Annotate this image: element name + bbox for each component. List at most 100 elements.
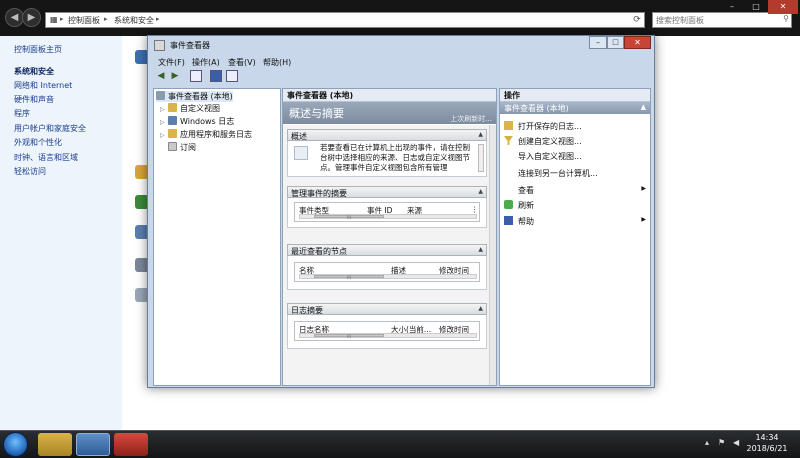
- overview-content: 概述 ▲ 若要查看已在计算机上出现的事件，请在控制台树中选择相应的来源、日志或自…: [283, 125, 489, 385]
- vertical-scrollbar[interactable]: [489, 125, 496, 385]
- action-label: 创建自定义视图...: [518, 137, 582, 146]
- address-bar[interactable]: ▦ ▸ 控制面板 ▸ 系统和安全 ▸: [45, 12, 645, 28]
- minimize-button[interactable]: –: [589, 36, 607, 49]
- admin-events-section-header[interactable]: 管理事件的摘要 ▲: [287, 186, 487, 198]
- more-columns-icon[interactable]: ⋮: [471, 205, 479, 214]
- action-open-saved-log[interactable]: 打开保存的日志...: [504, 121, 646, 133]
- horizontal-scrollbar[interactable]: III: [299, 214, 477, 220]
- open-folder-icon: [504, 121, 513, 130]
- collapse-icon[interactable]: ▲: [478, 246, 483, 253]
- horizontal-scrollbar[interactable]: III: [299, 274, 477, 280]
- toolbar: ◀ ▶: [152, 69, 652, 85]
- actions-subheader[interactable]: 事件查看器 (本地) ▲: [500, 102, 650, 114]
- search-box[interactable]: ⚲: [652, 12, 792, 28]
- app-taskbar-icon[interactable]: [114, 433, 148, 456]
- sidebar-item-network[interactable]: 网络和 Internet: [14, 80, 72, 91]
- help-icon: [504, 216, 513, 225]
- collapse-icon[interactable]: ▲: [641, 103, 646, 111]
- overview-section-header[interactable]: 概述 ▲: [287, 129, 487, 141]
- search-input[interactable]: [653, 13, 784, 27]
- explorer-taskbar-icon[interactable]: [38, 433, 72, 456]
- action-view[interactable]: 查看 ▶: [504, 185, 646, 197]
- back-arrow-icon[interactable]: ◀: [154, 70, 168, 83]
- menu-help[interactable]: 帮助(H): [263, 57, 291, 68]
- action-refresh[interactable]: 刷新: [504, 200, 646, 212]
- blank-icon: [504, 168, 513, 177]
- expand-icon[interactable]: ▷: [160, 132, 168, 139]
- action-label: 查看: [518, 186, 534, 195]
- search-icon[interactable]: ⚲: [783, 14, 789, 23]
- action-connect-computer[interactable]: 连接到另一台计算机...: [504, 168, 646, 180]
- actions-subheader-label: 事件查看器 (本地): [504, 104, 569, 113]
- scroll-thumb[interactable]: III: [314, 334, 384, 339]
- maximize-button[interactable]: □: [607, 36, 624, 49]
- recent-nodes-section-header[interactable]: 最近查看的节点 ▲: [287, 244, 487, 256]
- sidebar-item-user-accounts[interactable]: 用户帐户和家庭安全: [14, 123, 86, 134]
- horizontal-scrollbar[interactable]: III: [299, 333, 477, 339]
- forward-arrow-icon[interactable]: ▶: [168, 70, 182, 83]
- actions-header: 操作: [500, 89, 650, 102]
- window-title: 事件查看器: [170, 41, 210, 50]
- control-panel-taskbar-icon[interactable]: [76, 433, 110, 456]
- collapse-icon[interactable]: ▲: [478, 188, 483, 195]
- help-icon[interactable]: [210, 70, 222, 82]
- tray-expand-icon[interactable]: ▴: [705, 438, 709, 447]
- action-import-custom-view[interactable]: 导入自定义视图...: [504, 151, 646, 163]
- menu-view[interactable]: 查看(V): [228, 57, 256, 68]
- close-button[interactable]: ✕: [768, 0, 798, 14]
- title-bar[interactable]: 事件查看器 – □ ✕: [148, 36, 654, 54]
- breadcrumb-control-panel[interactable]: 控制面板: [68, 15, 100, 26]
- menu-action[interactable]: 操作(A): [192, 57, 220, 68]
- breadcrumb-system-security[interactable]: 系统和安全: [114, 15, 154, 26]
- tree-item-windows-logs[interactable]: ▷ Windows 日志: [160, 116, 234, 127]
- sidebar-item-clock-region[interactable]: 时钟、语言和区域: [14, 152, 78, 163]
- menu-file[interactable]: 文件(F): [158, 57, 185, 68]
- show-hide-action-icon[interactable]: [226, 70, 238, 82]
- recent-nodes-grid[interactable]: 名称 描述 修改时间 III: [294, 262, 480, 282]
- maximize-button[interactable]: □: [744, 0, 768, 14]
- tree-item-label: 应用程序和服务日志: [180, 130, 252, 139]
- scroll-thumb[interactable]: III: [314, 275, 384, 280]
- action-help[interactable]: 帮助 ▶: [504, 216, 646, 228]
- collapse-icon[interactable]: ▲: [478, 305, 483, 312]
- sidebar-home-link[interactable]: 控制面板主页: [14, 44, 62, 55]
- admin-events-grid[interactable]: 事件类型 事件 ID 来源 ⋮ III: [294, 202, 480, 222]
- taskbar: [0, 430, 800, 458]
- clock-time: 14:34: [755, 433, 779, 442]
- scroll-thumb[interactable]: III: [314, 215, 384, 220]
- expand-icon[interactable]: ▷: [160, 106, 168, 113]
- sidebar-item-hardware-sound[interactable]: 硬件和声音: [14, 94, 54, 105]
- clock[interactable]: 14:34 2018/6/21: [740, 432, 794, 454]
- volume-icon[interactable]: ◀: [733, 438, 739, 447]
- sidebar-item-programs[interactable]: 程序: [14, 108, 30, 119]
- tree-item-app-service-logs[interactable]: ▷ 应用程序和服务日志: [160, 129, 252, 140]
- text-scrollbar[interactable]: [478, 144, 484, 172]
- expand-icon[interactable]: ▷: [160, 119, 168, 126]
- sidebar-item-appearance[interactable]: 外观和个性化: [14, 137, 62, 148]
- overview-text: 若要查看已在计算机上出现的事件，请在控制台树中选择相应的来源、日志或自定义视图节…: [320, 143, 470, 172]
- recent-nodes-section-body: 名称 描述 修改时间 III: [287, 256, 487, 290]
- sidebar-item-ease-of-access[interactable]: 轻松访问: [14, 166, 46, 177]
- flag-icon[interactable]: ⚑: [718, 438, 725, 447]
- tree-item-subscriptions[interactable]: 订阅: [168, 142, 196, 153]
- blank-icon: [504, 185, 513, 194]
- tree-item-label: 订阅: [180, 143, 196, 152]
- tree-root[interactable]: 事件查看器 (本地): [156, 91, 233, 102]
- show-hide-tree-icon[interactable]: [190, 70, 202, 82]
- tree-item-custom-views[interactable]: ▷ 自定义视图: [160, 103, 220, 114]
- tree-item-label: 自定义视图: [180, 104, 220, 113]
- collapse-icon[interactable]: ▲: [478, 131, 483, 138]
- minimize-button[interactable]: –: [720, 0, 744, 14]
- sidebar-item-system-security[interactable]: 系统和安全: [14, 66, 54, 77]
- close-button[interactable]: ✕: [624, 36, 651, 49]
- log-summary-grid[interactable]: 日志名称 大小(当前... 修改时间 III: [294, 321, 480, 341]
- refresh-icon[interactable]: ⟳: [630, 13, 644, 27]
- start-button[interactable]: [3, 432, 28, 457]
- action-create-custom-view[interactable]: 创建自定义视图...: [504, 136, 646, 148]
- action-label: 打开保存的日志...: [518, 122, 582, 131]
- forward-button[interactable]: ▶: [22, 8, 41, 27]
- event-viewer-icon: [156, 91, 165, 100]
- log-summary-section-header[interactable]: 日志摘要 ▲: [287, 303, 487, 315]
- overview-section-body: 若要查看已在计算机上出现的事件，请在控制台树中选择相应的来源、日志或自定义视图节…: [287, 141, 487, 177]
- folder-icon: [168, 129, 177, 138]
